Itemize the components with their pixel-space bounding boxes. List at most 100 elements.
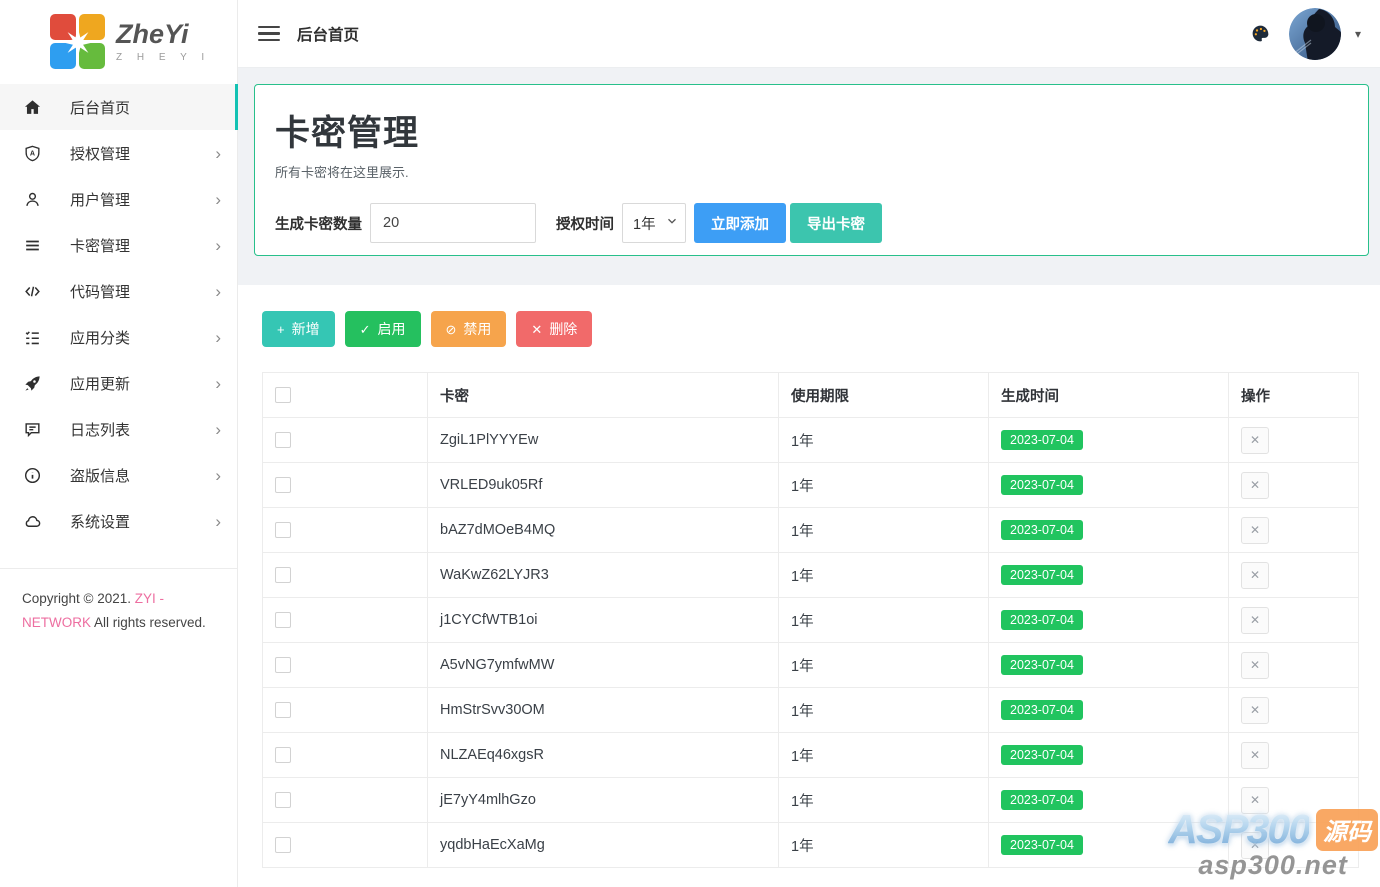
row-delete-button[interactable]: ✕ bbox=[1241, 516, 1269, 544]
date-badge: 2023-07-04 bbox=[1001, 834, 1083, 856]
sidebar-item[interactable]: 应用分类 › bbox=[0, 314, 237, 360]
table-row: HmStrSvv30OM 1年 2023-07-04 ✕ bbox=[262, 687, 1359, 733]
actions-cell: ✕ bbox=[1228, 777, 1359, 823]
sidebar-item[interactable]: A 授权管理 › bbox=[0, 130, 237, 176]
sidebar-item-label: 系统设置 bbox=[70, 513, 131, 531]
table-section: + 新增 ✓ 启用 ⊘ 禁用 ✕ 删除 卡密 使用期限 生成时间 操作 ZgiL… bbox=[238, 285, 1380, 887]
created-cell: 2023-07-04 bbox=[988, 462, 1229, 508]
row-checkbox[interactable] bbox=[275, 747, 291, 764]
date-badge: 2023-07-04 bbox=[1001, 609, 1083, 631]
check-icon: ✓ bbox=[359, 321, 371, 337]
row-checkbox[interactable] bbox=[275, 702, 291, 719]
row-delete-button[interactable]: ✕ bbox=[1241, 831, 1269, 859]
table-row: jE7yY4mlhGzo 1年 2023-07-04 ✕ bbox=[262, 777, 1359, 823]
date-badge: 2023-07-04 bbox=[1001, 474, 1083, 496]
sidebar-item[interactable]: 用户管理 › bbox=[0, 176, 237, 222]
sidebar-item-label: 用户管理 bbox=[70, 191, 131, 209]
row-delete-button[interactable]: ✕ bbox=[1241, 426, 1269, 454]
sidebar-item[interactable]: 卡密管理 › bbox=[0, 222, 237, 268]
add-now-button[interactable]: 立即添加 bbox=[694, 203, 786, 243]
table-row: NLZAEq46xgsR 1年 2023-07-04 ✕ bbox=[262, 732, 1359, 778]
sidebar-item-icon bbox=[22, 373, 42, 393]
row-checkbox[interactable] bbox=[275, 432, 291, 449]
panel-title: 卡密管理 bbox=[275, 114, 420, 153]
created-cell: 2023-07-04 bbox=[988, 777, 1229, 823]
table-row: A5vNG7ymfwMW 1年 2023-07-04 ✕ bbox=[262, 642, 1359, 688]
copyright: Copyright © 2021. ZYI - NETWORK All righ… bbox=[0, 569, 237, 653]
menu-toggle-icon[interactable] bbox=[258, 25, 280, 42]
row-checkbox[interactable] bbox=[275, 522, 291, 539]
sidebar-item-label: 盗版信息 bbox=[70, 467, 131, 485]
created-cell: 2023-07-04 bbox=[988, 687, 1229, 733]
brand-logo: ZheYi Z H E Y I bbox=[0, 0, 237, 84]
sidebar-item-icon bbox=[22, 419, 42, 439]
disable-button[interactable]: ⊘ 禁用 bbox=[430, 311, 507, 347]
row-select-cell bbox=[262, 507, 428, 553]
actions-cell: ✕ bbox=[1228, 552, 1359, 598]
star-icon bbox=[62, 26, 94, 58]
row-delete-button[interactable]: ✕ bbox=[1241, 471, 1269, 499]
duration-cell: 1年 bbox=[778, 507, 989, 553]
chevron-right-icon: › bbox=[215, 465, 221, 485]
row-delete-button[interactable]: ✕ bbox=[1241, 696, 1269, 724]
quantity-input[interactable] bbox=[370, 203, 536, 243]
row-checkbox[interactable] bbox=[275, 657, 291, 674]
actions-cell: ✕ bbox=[1228, 822, 1359, 868]
new-button[interactable]: + 新增 bbox=[262, 311, 335, 347]
select-all-checkbox[interactable] bbox=[275, 387, 291, 404]
date-badge: 2023-07-04 bbox=[1001, 699, 1083, 721]
row-delete-button[interactable]: ✕ bbox=[1241, 561, 1269, 589]
sidebar-item[interactable]: 日志列表 › bbox=[0, 406, 237, 452]
actions-cell: ✕ bbox=[1228, 462, 1359, 508]
row-delete-button[interactable]: ✕ bbox=[1241, 606, 1269, 634]
sidebar-item[interactable]: 系统设置 › bbox=[0, 498, 237, 544]
user-menu-caret-icon[interactable]: ▾ bbox=[1355, 27, 1361, 41]
created-cell: 2023-07-04 bbox=[988, 822, 1229, 868]
row-select-cell bbox=[262, 552, 428, 598]
row-delete-button[interactable]: ✕ bbox=[1241, 741, 1269, 769]
enable-button[interactable]: ✓ 启用 bbox=[344, 311, 421, 347]
duration-cell: 1年 bbox=[778, 417, 989, 463]
row-delete-button[interactable]: ✕ bbox=[1241, 786, 1269, 814]
row-delete-button[interactable]: ✕ bbox=[1241, 651, 1269, 679]
card-key-panel: 卡密管理 所有卡密将在这里展示. 生成卡密数量 授权时间 1年 立即添加 导出卡… bbox=[254, 84, 1369, 256]
app-root: ZheYi Z H E Y I 后台首页 › A 授权管理 › bbox=[0, 0, 1380, 887]
sidebar-item-icon bbox=[22, 281, 42, 301]
export-keys-button[interactable]: 导出卡密 bbox=[790, 203, 882, 243]
sidebar-item-label: 后台首页 bbox=[70, 99, 131, 117]
enable-button-label: 启用 bbox=[377, 321, 406, 337]
actions-cell: ✕ bbox=[1228, 642, 1359, 688]
quantity-label: 生成卡密数量 bbox=[275, 216, 362, 233]
sidebar-item[interactable]: 后台首页 › bbox=[0, 84, 238, 130]
card-key-cell: yqdbHaEcXaMg bbox=[427, 822, 779, 868]
delete-button[interactable]: ✕ 删除 bbox=[516, 311, 593, 347]
generate-form: 生成卡密数量 授权时间 1年 立即添加 导出卡密 bbox=[275, 203, 1348, 243]
actions-cell: ✕ bbox=[1228, 507, 1359, 553]
actions-cell: ✕ bbox=[1228, 732, 1359, 778]
main-area: 后台首页 ▾ 卡密管理 所有卡密将在这里展示. 生成卡密数量 20 授权时间 1… bbox=[238, 0, 1380, 887]
row-checkbox[interactable] bbox=[275, 792, 291, 809]
sidebar-item[interactable]: 盗版信息 › bbox=[0, 452, 237, 498]
duration-cell: 1年 bbox=[778, 777, 989, 823]
duration-cell: 1年 bbox=[778, 642, 989, 688]
auth-time-select[interactable]: 1年 bbox=[622, 203, 686, 243]
card-key-cell: j1CYCfWTB1oi bbox=[427, 597, 779, 643]
row-checkbox[interactable] bbox=[275, 567, 291, 584]
user-avatar[interactable] bbox=[1288, 7, 1341, 60]
created-cell: 2023-07-04 bbox=[988, 507, 1229, 553]
sidebar-item[interactable]: 代码管理 › bbox=[0, 268, 237, 314]
row-checkbox[interactable] bbox=[275, 612, 291, 629]
copyright-prefix: Copyright © 2021. bbox=[22, 591, 135, 606]
row-checkbox[interactable] bbox=[275, 477, 291, 494]
panel-subtitle: 所有卡密将在这里展示. bbox=[275, 165, 409, 180]
sidebar-item[interactable]: 应用更新 › bbox=[0, 360, 237, 406]
col-header-created: 生成时间 bbox=[988, 372, 1229, 418]
bulk-toolbar: + 新增 ✓ 启用 ⊘ 禁用 ✕ 删除 bbox=[262, 311, 1359, 347]
card-key-cell: VRLED9uk05Rf bbox=[427, 462, 779, 508]
theme-palette-icon[interactable] bbox=[1250, 23, 1271, 44]
row-checkbox[interactable] bbox=[275, 837, 291, 854]
created-cell: 2023-07-04 bbox=[988, 732, 1229, 778]
duration-cell: 1年 bbox=[778, 597, 989, 643]
x-icon: ✕ bbox=[531, 321, 543, 337]
row-select-cell bbox=[262, 642, 428, 688]
